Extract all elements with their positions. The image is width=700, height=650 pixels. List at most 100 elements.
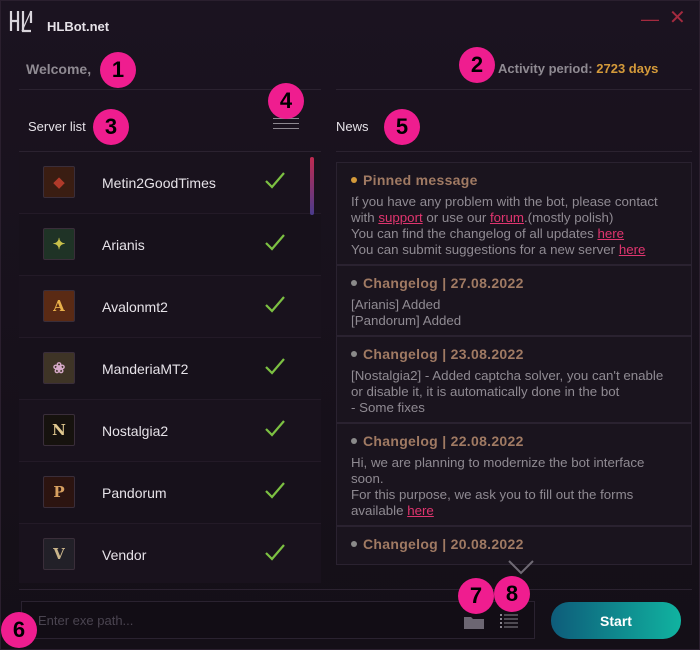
hlbot-logo-icon: [9, 10, 33, 33]
annotation-badge: 6: [1, 612, 37, 648]
exe-path-box: [21, 601, 535, 639]
annotation-badge: 1: [100, 52, 136, 88]
news-text: [Nostalgia2] - Added captcha solver, you…: [351, 368, 664, 399]
news-link[interactable]: support: [378, 210, 422, 225]
news-line: For this purpose, we ask you to fill out…: [351, 487, 677, 519]
news-line: - Some fixes: [351, 400, 677, 416]
list-icon[interactable]: [500, 613, 518, 629]
server-name: Avalonmt2: [102, 299, 168, 315]
activity-days: 2723 days: [596, 61, 659, 76]
bullet-icon: [351, 541, 357, 547]
news-link[interactable]: forum: [490, 210, 524, 225]
news-line: If you have any problem with the bot, pl…: [351, 194, 677, 226]
checkmark-icon: [265, 544, 285, 561]
start-button[interactable]: Start: [551, 602, 681, 639]
news-item: Changelog | 23.08.2022 [Nostalgia2] - Add…: [336, 336, 692, 423]
news-body: If you have any problem with the bot, pl…: [351, 194, 677, 258]
close-button[interactable]: ✕: [669, 7, 687, 29]
server-name: Nostalgia2: [102, 423, 169, 439]
server-row[interactable]: N Nostalgia2: [19, 400, 321, 462]
bullet-icon: [351, 438, 357, 444]
activity-period: Activity period: 2723 days: [498, 61, 658, 76]
checkmark-icon: [265, 296, 285, 313]
title-bar: HLBot.net — ✕: [1, 1, 700, 43]
bullet-icon: [351, 280, 357, 286]
annotation-badge: 5: [384, 109, 420, 145]
news-heading: Changelog | 23.08.2022: [351, 346, 677, 362]
news-line: [Nostalgia2] - Added captcha solver, you…: [351, 368, 677, 400]
checkmark-icon: [265, 172, 285, 189]
news-text: .(mostly polish): [523, 210, 614, 225]
news-item: Changelog | 22.08.2022 Hi, we are plannin…: [336, 423, 692, 526]
news-text: Hi, we are planning to modernize the bot…: [351, 455, 645, 486]
news-line: You can submit suggestions for a new ser…: [351, 242, 677, 258]
news-text: [Pandorum] Added: [351, 313, 462, 328]
news-title: News: [336, 119, 369, 134]
news-text: You can submit suggestions for a new ser…: [351, 242, 619, 257]
activity-label: Activity period:: [498, 61, 593, 76]
checkmark-icon: [265, 358, 285, 375]
server-logo-icon: N: [43, 414, 75, 446]
checkmark-icon: [265, 234, 285, 251]
news-text: For this purpose, we ask you to fill out…: [351, 487, 634, 518]
server-row[interactable]: P Pandorum: [19, 462, 321, 524]
hamburger-menu-icon[interactable]: [273, 118, 299, 134]
news-text: You can find the changelog of all update…: [351, 226, 598, 241]
news-body: Hi, we are planning to modernize the bot…: [351, 455, 677, 519]
server-logo-icon: ✦: [43, 228, 75, 260]
folder-icon[interactable]: [463, 614, 485, 630]
server-name: ManderiaMT2: [102, 361, 189, 377]
server-name: Vendor: [102, 547, 147, 563]
server-list-scrollbar[interactable]: [310, 157, 314, 215]
news-link[interactable]: here: [407, 503, 434, 518]
chevron-down-icon[interactable]: [507, 559, 535, 577]
news-heading-text: Changelog | 23.08.2022: [363, 346, 524, 362]
news-heading: Changelog | 20.08.2022: [351, 536, 677, 552]
news-link[interactable]: here: [597, 226, 624, 241]
server-logo-icon: ◆: [43, 166, 75, 198]
welcome-text: Welcome,: [26, 61, 92, 77]
minimize-button[interactable]: —: [641, 9, 659, 29]
news-list: Pinned message If you have any problem wi…: [336, 151, 692, 579]
news-heading-text: Changelog | 22.08.2022: [363, 433, 524, 449]
server-row[interactable]: ◆ Metin2GoodTimes: [19, 152, 321, 214]
server-logo-icon: A: [43, 290, 75, 322]
server-name: Pandorum: [102, 485, 167, 501]
news-heading-text: Changelog | 27.08.2022: [363, 275, 524, 291]
news-heading-text: Pinned message: [363, 172, 478, 188]
server-list-title: Server list: [28, 119, 86, 134]
server-row[interactable]: V Vendor: [19, 524, 321, 583]
divider: [19, 589, 692, 590]
checkmark-icon: [265, 482, 285, 499]
server-logo-icon: ❀: [43, 352, 75, 384]
news-line: You can find the changelog of all update…: [351, 226, 677, 242]
news-heading-text: Changelog | 20.08.2022: [363, 536, 524, 552]
exe-path-input[interactable]: [22, 602, 452, 638]
server-name: Metin2GoodTimes: [102, 175, 216, 191]
news-text: or use our: [422, 210, 490, 225]
news-item: Changelog | 27.08.2022 [Arianis] Added [Pa…: [336, 265, 692, 336]
server-row[interactable]: ✦ Arianis: [19, 214, 321, 276]
news-item: Pinned message If you have any problem wi…: [336, 162, 692, 265]
annotation-badge: 4: [268, 83, 304, 119]
server-list: ◆ Metin2GoodTimes ✦ Arianis A Avalonmt2 ❀ Mande…: [19, 151, 321, 583]
news-heading: Pinned message: [351, 172, 677, 188]
server-logo-icon: P: [43, 476, 75, 508]
annotation-badge: 8: [494, 576, 530, 612]
news-heading: Changelog | 27.08.2022: [351, 275, 677, 291]
annotation-badge: 7: [458, 578, 494, 614]
news-body: [Nostalgia2] - Added captcha solver, you…: [351, 368, 677, 416]
news-text: - Some fixes: [351, 400, 425, 415]
news-text: [Arianis] Added: [351, 297, 441, 312]
divider: [336, 89, 692, 90]
news-link[interactable]: here: [619, 242, 646, 257]
bullet-icon: [351, 177, 357, 183]
news-line: [Arianis] Added: [351, 297, 677, 313]
annotation-badge: 2: [459, 47, 495, 83]
server-row[interactable]: ❀ ManderiaMT2: [19, 338, 321, 400]
bullet-icon: [351, 351, 357, 357]
server-name: Arianis: [102, 237, 145, 253]
server-row[interactable]: A Avalonmt2: [19, 276, 321, 338]
news-line: Hi, we are planning to modernize the bot…: [351, 455, 677, 487]
news-heading: Changelog | 22.08.2022: [351, 433, 677, 449]
